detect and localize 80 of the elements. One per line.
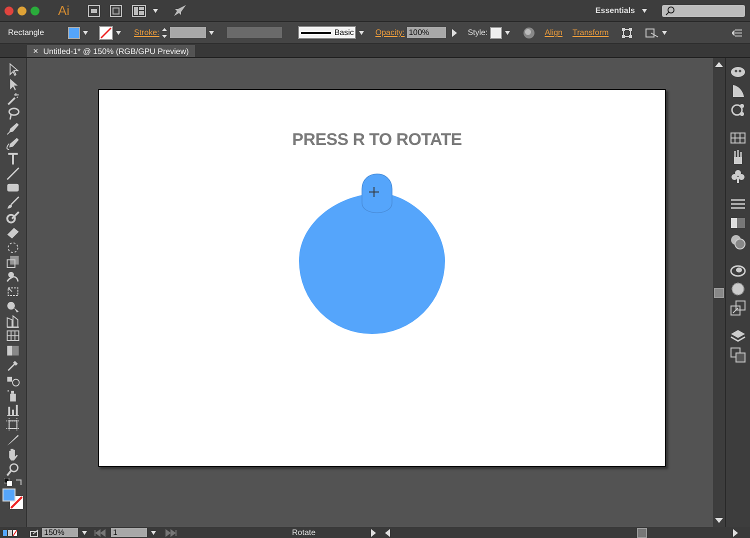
fill-stroke-icon[interactable] — [2, 488, 24, 510]
status-text: Rotate — [292, 528, 317, 537]
close-tab-button[interactable]: × — [33, 46, 38, 56]
type-tool-icon[interactable] — [5, 150, 21, 166]
isolate-icon[interactable] — [644, 26, 659, 38]
stroke-weight-field[interactable] — [170, 27, 206, 38]
zoom-field[interactable]: 150% — [42, 528, 78, 537]
zoom-window-icon[interactable] — [30, 6, 40, 16]
first-page-icon[interactable] — [94, 528, 108, 536]
graphic-styles-icon[interactable] — [730, 281, 746, 297]
close-icon[interactable] — [4, 6, 14, 16]
layers-icon[interactable] — [730, 328, 746, 344]
scroll-right-icon[interactable] — [733, 528, 738, 536]
brush-field[interactable]: Basic — [298, 26, 356, 39]
panel-menu-icon[interactable] — [732, 28, 742, 38]
curve-pen-icon[interactable] — [5, 136, 21, 152]
color-panel-icon[interactable] — [730, 64, 746, 80]
style-swatch[interactable] — [490, 26, 502, 38]
style-label: Style: — [468, 28, 488, 37]
symbols-icon[interactable] — [730, 168, 746, 184]
transparency-icon[interactable] — [730, 234, 746, 250]
magic-wand-icon[interactable] — [5, 92, 21, 107]
gradient-panel-icon[interactable] — [730, 215, 746, 231]
scroll-up-icon[interactable] — [715, 61, 723, 67]
libraries-icon[interactable] — [730, 102, 746, 118]
stroke-label[interactable]: Stroke: — [134, 28, 160, 37]
status-menu-arrow-icon[interactable] — [371, 528, 376, 536]
globe-icon[interactable] — [522, 26, 535, 38]
mesh-tool-icon[interactable] — [5, 328, 21, 344]
transform-box-icon[interactable] — [620, 26, 633, 38]
artboard-tool-icon[interactable] — [5, 417, 21, 433]
workspace-menu[interactable]: Essentials — [595, 6, 635, 15]
zoom-icon[interactable] — [5, 462, 21, 477]
column-graph-icon[interactable] — [5, 402, 21, 418]
panel-link[interactable]: Align — [544, 28, 562, 37]
selection-label: Rectangle — [8, 28, 46, 37]
scroll-thumb[interactable] — [714, 288, 724, 298]
opacity-field[interactable]: 100% — [406, 27, 446, 38]
brush-name: Basic — [334, 28, 354, 37]
scroll-left-icon[interactable] — [385, 528, 390, 536]
stock-icon[interactable] — [110, 4, 122, 16]
fill-swatch[interactable] — [68, 26, 80, 38]
pen-icon[interactable] — [5, 121, 21, 137]
arrow-right-icon[interactable] — [450, 28, 458, 38]
app-logo: Ai — [58, 3, 70, 18]
horizontal-scrollbar[interactable] — [385, 528, 738, 537]
bridge-icon[interactable] — [88, 4, 100, 16]
export-icon[interactable] — [730, 300, 746, 316]
minimize-icon[interactable] — [17, 6, 27, 16]
opacity-label[interactable]: Opacity: — [375, 28, 405, 37]
layout-icon[interactable] — [132, 4, 146, 16]
scale-tool-icon[interactable] — [5, 254, 21, 270]
vertical-scrollbar[interactable] — [713, 58, 725, 527]
panel-link[interactable]: Transform — [572, 28, 609, 37]
stroke-line-icon — [301, 30, 332, 34]
horizontal-scroll-thumb[interactable] — [636, 528, 646, 538]
default-colors-icon[interactable] — [4, 478, 12, 486]
artboard-heading: PRESS R TO ROTATE — [292, 130, 462, 150]
document-title: Untitled-1* @ 150% (RGB/GPU Preview) — [43, 46, 189, 56]
rocket-icon[interactable] — [172, 4, 187, 18]
perspective-grid-icon[interactable] — [5, 314, 21, 329]
warp-tool-icon[interactable] — [5, 269, 21, 285]
rotate-tool-icon[interactable] — [5, 240, 21, 255]
document-tab[interactable]: × Untitled-1* @ 150% (RGB/GPU Preview) — [27, 45, 195, 57]
variable-width-field[interactable] — [227, 27, 282, 38]
line-tool-icon[interactable] — [5, 166, 21, 181]
search-field[interactable] — [662, 4, 745, 16]
swatches-icon[interactable] — [730, 130, 746, 146]
blob-brush-icon[interactable] — [5, 210, 21, 226]
paintbrush-icon[interactable] — [5, 195, 21, 211]
page-field[interactable]: 1 — [111, 528, 147, 537]
stepper-icon[interactable] — [161, 26, 168, 40]
stroke-none-swatch[interactable] — [99, 26, 113, 40]
artboards-icon[interactable] — [730, 347, 746, 363]
color-guide-icon[interactable] — [730, 83, 746, 99]
last-page-icon[interactable] — [163, 528, 177, 536]
share-icon[interactable] — [30, 528, 39, 536]
scroll-down-icon[interactable] — [715, 518, 723, 524]
color-modes-icon[interactable] — [3, 530, 17, 536]
search-icon — [665, 6, 675, 16]
